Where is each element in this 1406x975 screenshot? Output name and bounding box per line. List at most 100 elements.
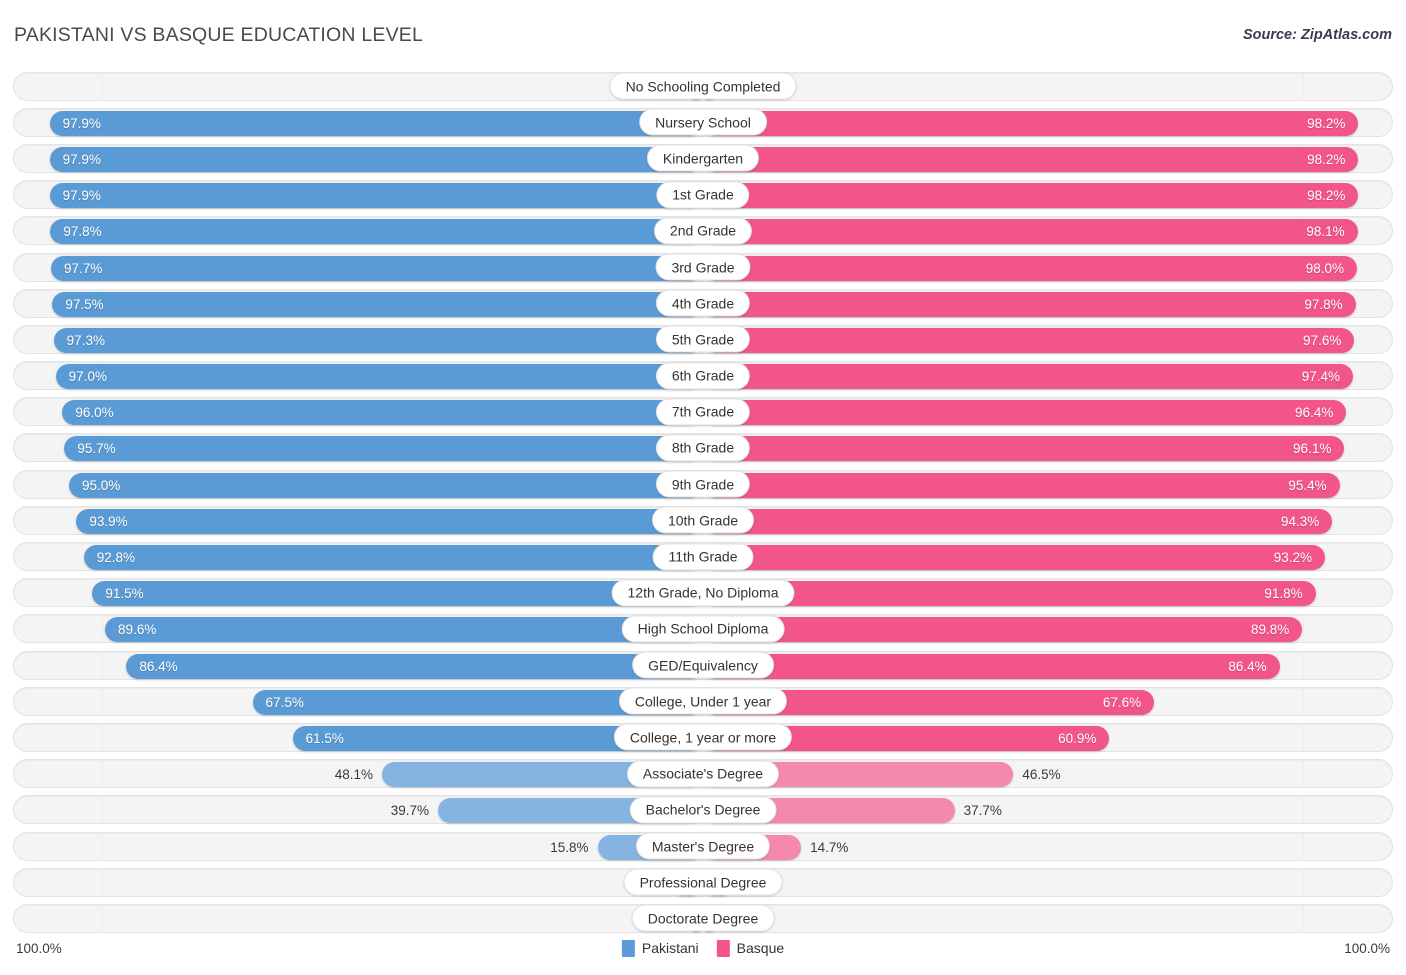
- bar-group-pakistani: 15.8%: [15, 833, 703, 862]
- chart-header: PAKISTANI VS BASQUE EDUCATION LEVEL Sour…: [0, 20, 1406, 50]
- bar-value-label-basque: 89.8%: [1251, 622, 1290, 638]
- category-label: 11th Grade: [652, 543, 754, 571]
- bar-group-basque: 93.2%: [703, 543, 1391, 572]
- bar-value-label-basque: 67.6%: [1102, 694, 1142, 710]
- bar-basque[interactable]: 89.8%: [703, 617, 1303, 643]
- bar-group-basque: 96.1%: [703, 434, 1391, 463]
- bar-basque[interactable]: 98.1%: [703, 219, 1358, 245]
- bar-value-label-pakistani: 61.5%: [305, 730, 344, 746]
- bar-value-label-pakistani: 97.0%: [68, 369, 107, 385]
- row-track: 97.9% 98.2% Kindergarten: [13, 143, 1393, 174]
- bar-pakistani[interactable]: 97.5%: [52, 291, 703, 317]
- chart-row: 4.8%4.6%Professional Degree: [0, 864, 1406, 900]
- bar-group-pakistani: 97.5%: [15, 290, 703, 319]
- bar-value-label-pakistani: 97.9%: [62, 115, 101, 131]
- legend-swatch-icon: [621, 939, 635, 957]
- chart-row: 91.5% 91.8% 12th Grade, No Diploma: [0, 575, 1406, 611]
- legend-item-basque[interactable]: Basque: [716, 939, 785, 957]
- bar-value-label-basque: 96.4%: [1295, 405, 1334, 421]
- bar-value-label-pakistani: 67.5%: [265, 694, 304, 710]
- category-label: 4th Grade: [655, 289, 751, 317]
- bar-value-label-pakistani: 15.8%: [550, 839, 589, 855]
- bar-value-label-basque: 60.9%: [1058, 730, 1097, 746]
- legend-label: Basque: [736, 940, 785, 956]
- bar-group-pakistani: 86.4%: [15, 652, 703, 681]
- bar-pakistani[interactable]: 97.9%: [49, 146, 703, 172]
- bar-basque[interactable]: 97.4%: [703, 364, 1353, 390]
- bar-group-basque: 4.6%: [703, 869, 1391, 898]
- bar-pakistani[interactable]: 95.0%: [69, 472, 703, 498]
- category-label: 9th Grade: [655, 470, 751, 498]
- chart-row: 61.5% 60.9% College, 1 year or more: [0, 719, 1406, 755]
- bar-group-basque: 37.7%: [703, 796, 1391, 825]
- bar-pakistani[interactable]: 86.4%: [126, 653, 703, 679]
- chart-row: 67.5% 67.6% College, Under 1 year: [0, 683, 1406, 719]
- legend-item-pakistani[interactable]: Pakistani: [621, 939, 699, 957]
- bar-group-pakistani: 93.9%: [15, 507, 703, 536]
- bar-group-pakistani: 92.8%: [15, 543, 703, 572]
- bar-pakistani[interactable]: 92.8%: [83, 545, 703, 571]
- bar-value-label-basque: 98.2%: [1307, 188, 1346, 204]
- bar-group-pakistani: 97.9%: [15, 145, 703, 174]
- bar-pakistani[interactable]: 97.3%: [53, 327, 703, 353]
- bar-group-basque: 98.2%: [703, 181, 1391, 210]
- bar-pakistani[interactable]: 97.8%: [50, 219, 703, 245]
- page-title: PAKISTANI VS BASQUE EDUCATION LEVEL: [14, 23, 424, 46]
- chart-row: 15.8% 14.7% Master's Degree: [0, 828, 1406, 864]
- bar-group-basque: 60.9%: [703, 724, 1391, 753]
- category-label: GED/Equivalency: [632, 651, 774, 679]
- bar-basque[interactable]: 98.0%: [703, 255, 1357, 281]
- bar-group-basque: 97.4%: [703, 362, 1391, 391]
- bar-basque[interactable]: 94.3%: [703, 508, 1333, 534]
- bar-pakistani[interactable]: 95.7%: [64, 436, 703, 462]
- legend-swatch-icon: [716, 939, 730, 957]
- category-label: 10th Grade: [651, 506, 755, 534]
- bar-basque[interactable]: 98.2%: [703, 146, 1359, 172]
- bar-pakistani[interactable]: 97.9%: [49, 183, 703, 209]
- bar-basque[interactable]: 98.2%: [703, 183, 1359, 209]
- bar-basque[interactable]: 98.2%: [703, 110, 1359, 136]
- bar-basque[interactable]: 97.6%: [703, 327, 1355, 353]
- bar-value-label-pakistani: 97.9%: [62, 188, 101, 204]
- bar-pakistani[interactable]: 89.6%: [105, 617, 703, 643]
- source-attribution: Source: ZipAtlas.com: [1242, 27, 1392, 43]
- bar-group-basque: 98.2%: [703, 145, 1391, 174]
- bar-pakistani[interactable]: 97.0%: [55, 364, 703, 390]
- row-track: 92.8% 93.2% 11th Grade: [13, 542, 1393, 572]
- category-label: Associate's Degree: [626, 760, 780, 788]
- bar-value-label-basque: 91.8%: [1264, 586, 1303, 602]
- bar-basque[interactable]: 86.4%: [703, 653, 1280, 679]
- bar-group-basque: 86.4%: [703, 652, 1391, 681]
- bar-value-label-pakistani: 95.7%: [77, 441, 116, 457]
- bar-basque[interactable]: 93.2%: [703, 545, 1325, 571]
- row-track: 95.7% 96.1% 8th Grade: [13, 433, 1393, 463]
- bar-group-pakistani: 97.9%: [15, 109, 703, 138]
- bar-basque[interactable]: 95.4%: [703, 472, 1340, 498]
- bar-basque[interactable]: 91.8%: [703, 581, 1316, 607]
- category-label: College, Under 1 year: [618, 687, 788, 715]
- bar-group-pakistani: 97.8%: [15, 217, 703, 246]
- axis-max-right: 100.0%: [1344, 940, 1390, 956]
- bar-pakistani[interactable]: 93.9%: [76, 508, 703, 534]
- bar-group-pakistani: 4.8%: [15, 869, 703, 898]
- bar-pakistani[interactable]: 97.7%: [51, 255, 703, 281]
- bar-basque[interactable]: 97.8%: [703, 291, 1356, 317]
- category-label: 12th Grade, No Diploma: [611, 579, 795, 607]
- bar-group-pakistani: 61.5%: [15, 724, 703, 753]
- chart-row: 86.4% 86.4% GED/Equivalency: [0, 647, 1406, 683]
- category-label: Doctorate Degree: [631, 904, 775, 932]
- bar-value-label-basque: 98.0%: [1305, 260, 1344, 276]
- bar-value-label-basque: 97.4%: [1301, 369, 1340, 385]
- bar-group-pakistani: 2.1%: [15, 73, 703, 102]
- bar-pakistani[interactable]: 96.0%: [62, 400, 703, 426]
- bar-group-basque: 1.8%: [703, 73, 1391, 102]
- chart-row: 97.8% 98.1% 2nd Grade: [0, 213, 1406, 249]
- bar-basque[interactable]: 96.1%: [703, 436, 1345, 462]
- bar-basque[interactable]: 96.4%: [703, 400, 1347, 426]
- bar-group-basque: 89.8%: [703, 615, 1391, 644]
- bar-pakistani[interactable]: 97.9%: [49, 110, 703, 136]
- row-track: 97.9% 98.2% Nursery School: [13, 107, 1393, 138]
- bar-value-label-pakistani: 97.7%: [64, 260, 103, 276]
- bar-value-label-basque: 86.4%: [1228, 658, 1267, 674]
- bar-value-label-basque: 98.2%: [1307, 115, 1346, 131]
